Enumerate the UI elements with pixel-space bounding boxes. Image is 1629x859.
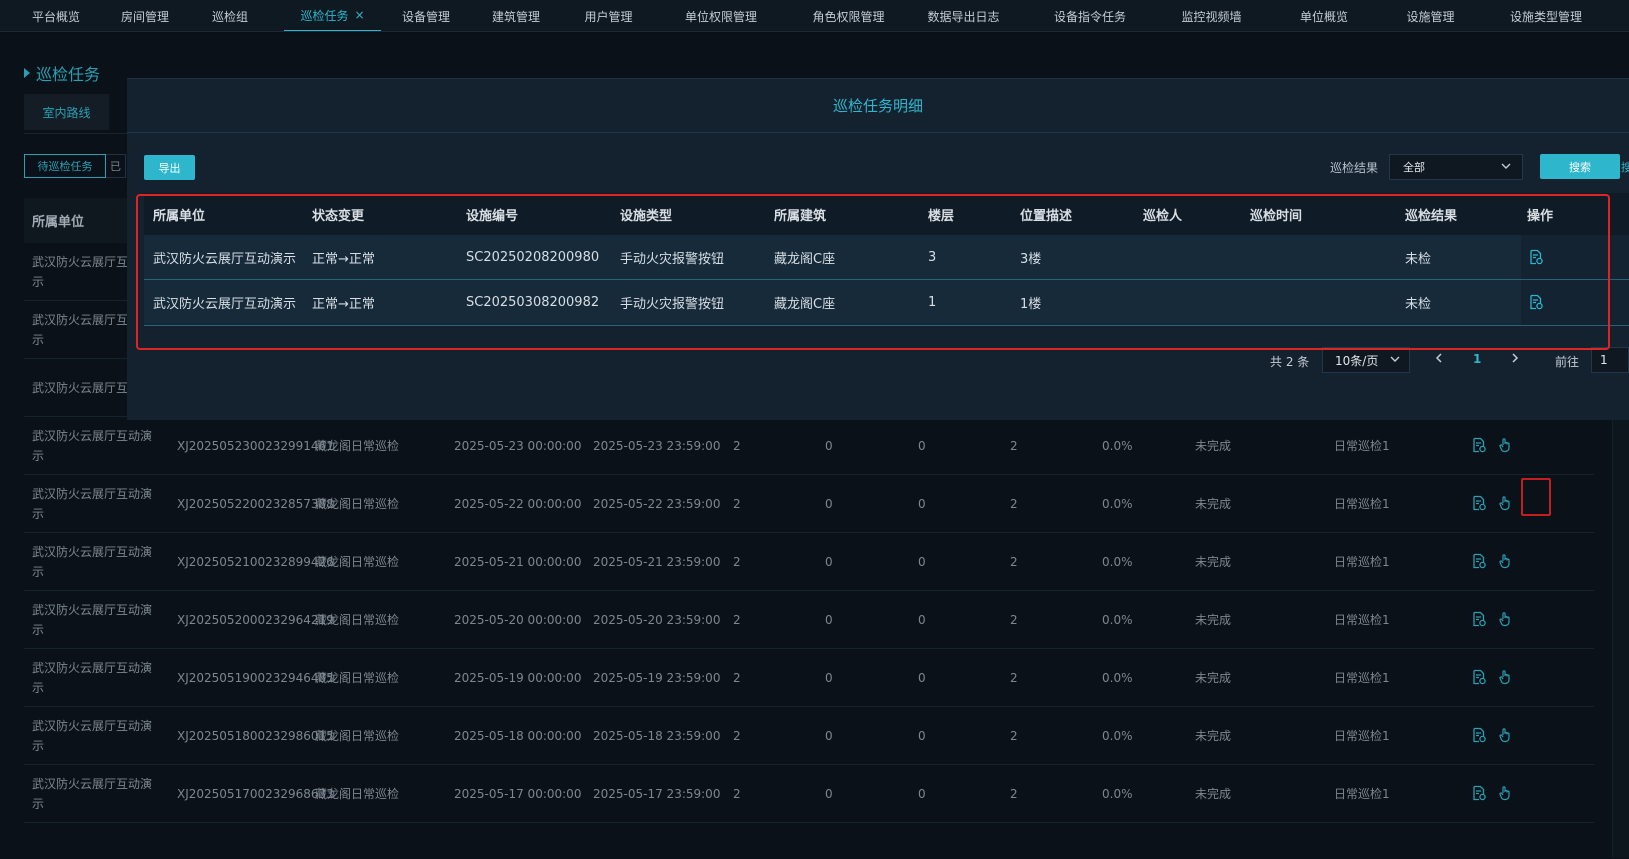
pager-goto-label: 前往 xyxy=(1555,355,1580,369)
nav-tab-label: 监控视频墙 xyxy=(1181,9,1242,24)
result-filter-label: 巡检结果 xyxy=(1330,161,1379,175)
nav-tab-15[interactable]: 巡检路线 xyxy=(1610,0,1629,31)
close-icon[interactable]: × xyxy=(354,8,364,22)
nav-tab-label: 用户管理 xyxy=(584,9,633,24)
nav-tab-label: 平台概览 xyxy=(31,9,80,24)
nav-tab-4[interactable]: 设备管理 xyxy=(381,0,471,31)
result-filter-select[interactable]: 全部 xyxy=(1389,154,1523,180)
nav-tab-label: 设备管理 xyxy=(401,9,450,24)
nav-tab-label: 房间管理 xyxy=(120,9,169,24)
export-button[interactable]: 导出 xyxy=(144,155,195,180)
nav-tab-8[interactable]: 角色权限管理 xyxy=(786,0,911,31)
nav-tab-label: 巡检任务 xyxy=(300,8,349,23)
nav-tab-label: 设备指令任务 xyxy=(1053,9,1126,24)
nav-tab-6[interactable]: 用户管理 xyxy=(561,0,656,31)
nav-tab-14[interactable]: 设施类型管理 xyxy=(1482,0,1610,31)
pager-current-page[interactable]: 1 xyxy=(1473,352,1481,366)
nav-tab-label: 单位概览 xyxy=(1299,9,1348,24)
nav-tab-1[interactable]: 房间管理 xyxy=(100,0,190,31)
top-nav-bar: 平台概览 房间管理 巡检组 巡检任务 × 设备管理 建筑管理 用户管理 单位权限管理 角色权限管理… xyxy=(0,0,1629,32)
nav-tab-0[interactable]: 平台概览 xyxy=(6,0,106,31)
nav-tab-7[interactable]: 单位权限管理 xyxy=(656,0,786,31)
nav-tab-label: 数据导出日志 xyxy=(927,9,1000,24)
nav-tab-13[interactable]: 设施管理 xyxy=(1379,0,1482,31)
nav-tab-label: 巡检组 xyxy=(211,9,248,24)
chevron-down-icon xyxy=(1389,352,1401,369)
chevron-left-icon[interactable] xyxy=(1433,351,1445,369)
page-size-select[interactable]: 10条/页 xyxy=(1322,347,1410,373)
nav-tab-label: 建筑管理 xyxy=(491,9,540,24)
result-filter-value: 全部 xyxy=(1403,161,1425,174)
nav-tab-11[interactable]: 监控视频墙 xyxy=(1154,0,1269,31)
dialog-title: 巡检任务明细 xyxy=(127,79,1629,133)
chevron-right-icon[interactable] xyxy=(1509,351,1521,369)
nav-tab-5[interactable]: 建筑管理 xyxy=(471,0,561,31)
chevron-down-icon xyxy=(1500,159,1512,176)
nav-tab-label: 单位权限管理 xyxy=(684,9,757,24)
advanced-search-link[interactable]: 高级搜 xyxy=(1599,159,1629,175)
nav-tab-label: 设施管理 xyxy=(1406,9,1455,24)
page-size-value: 10条/页 xyxy=(1335,353,1379,368)
pager-goto-value: 1 xyxy=(1600,353,1608,367)
nav-tab-2[interactable]: 巡检组 xyxy=(190,0,270,31)
nav-tab-9[interactable]: 数据导出日志 xyxy=(901,0,1026,31)
nav-tab-3[interactable]: 巡检任务 × xyxy=(284,0,381,31)
nav-tab-label: 设施类型管理 xyxy=(1509,9,1582,24)
pager-goto-input[interactable]: 1 xyxy=(1591,347,1629,373)
nav-tab-12[interactable]: 单位概览 xyxy=(1269,0,1379,31)
highlight-box-table xyxy=(136,194,1610,350)
pagination: 共 2 条 10条/页 1 前往 1 xyxy=(127,347,1629,373)
nav-tab-label: 角色权限管理 xyxy=(812,9,885,24)
nav-tab-10[interactable]: 设备指令任务 xyxy=(1026,0,1154,31)
pager-total: 共 2 条 xyxy=(1270,355,1310,369)
